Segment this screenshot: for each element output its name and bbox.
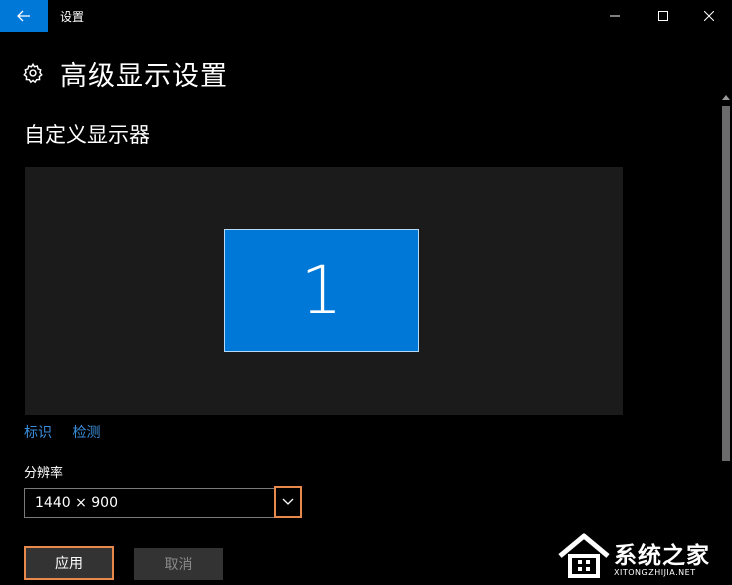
close-icon bbox=[704, 11, 714, 21]
watermark-logo: 系统之家 XITONGZHIJIA.NET bbox=[556, 530, 728, 582]
cancel-button[interactable]: 取消 bbox=[134, 548, 223, 580]
back-arrow-icon bbox=[17, 10, 30, 22]
title-bar: 设置 bbox=[0, 0, 732, 32]
identify-link[interactable]: 标识 bbox=[24, 425, 52, 441]
section-title: 自定义显示器 bbox=[24, 123, 150, 147]
maximize-icon bbox=[658, 11, 668, 21]
minimize-button[interactable] bbox=[592, 0, 638, 32]
page-header: 高级显示设置 bbox=[22, 56, 228, 92]
display-links: 标识 检测 bbox=[24, 422, 116, 442]
back-button[interactable] bbox=[0, 0, 48, 32]
detect-link[interactable]: 检测 bbox=[72, 425, 100, 441]
resolution-value: 1440 × 900 bbox=[35, 495, 118, 511]
page-title: 高级显示设置 bbox=[60, 60, 228, 92]
resolution-label: 分辨率 bbox=[24, 466, 64, 481]
maximize-button[interactable] bbox=[640, 0, 686, 32]
close-button[interactable] bbox=[686, 0, 732, 32]
resolution-dropdown-arrow[interactable] bbox=[274, 486, 302, 518]
house-logo-icon bbox=[558, 533, 610, 578]
minimize-icon bbox=[610, 15, 620, 17]
apply-button[interactable]: 应用 bbox=[24, 546, 114, 580]
watermark-url: XITONGZHIJIA.NET bbox=[614, 568, 696, 577]
monitor-tile[interactable]: 1 bbox=[224, 229, 419, 352]
scroll-up-button[interactable] bbox=[721, 92, 731, 102]
gear-icon bbox=[23, 62, 43, 84]
monitor-number: 1 bbox=[300, 251, 343, 329]
resolution-dropdown[interactable]: 1440 × 900 bbox=[24, 486, 302, 518]
watermark-brand: 系统之家 bbox=[614, 543, 710, 569]
app-title: 设置 bbox=[60, 10, 85, 24]
scroll-thumb[interactable] bbox=[722, 106, 730, 461]
scrollbar[interactable] bbox=[720, 92, 732, 585]
scroll-up-icon bbox=[722, 94, 730, 100]
chevron-down-icon bbox=[282, 498, 294, 505]
monitor-arrangement-area: 1 bbox=[25, 167, 623, 415]
